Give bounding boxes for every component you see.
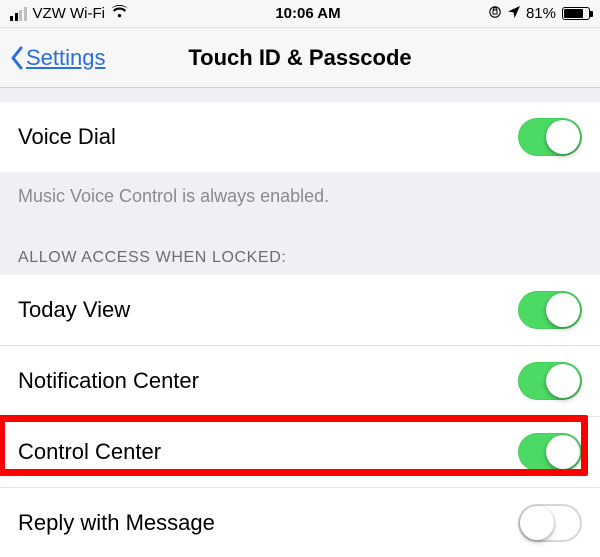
allow-access-row-control: Control Center bbox=[0, 417, 600, 488]
allow-access-label: Control Center bbox=[18, 439, 161, 465]
status-bar: VZW Wi-Fi 10:06 AM 81% bbox=[0, 0, 600, 28]
allow-access-toggle-reply[interactable] bbox=[518, 504, 582, 542]
orientation-lock-icon bbox=[488, 5, 502, 23]
allow-access-label: Reply with Message bbox=[18, 510, 215, 536]
back-button[interactable]: Settings bbox=[10, 45, 106, 71]
allow-access-label: Today View bbox=[18, 297, 130, 323]
allow-access-toggle-notif[interactable] bbox=[518, 362, 582, 400]
voice-dial-footer: Music Voice Control is always enabled. bbox=[0, 172, 600, 227]
cellular-signal-icon bbox=[10, 7, 27, 21]
allow-access-label: Notification Center bbox=[18, 368, 199, 394]
allow-access-row-today: Today View bbox=[0, 275, 600, 346]
voice-dial-label: Voice Dial bbox=[18, 124, 116, 150]
allow-access-toggle-control[interactable] bbox=[518, 433, 582, 471]
allow-access-group: Today View Notification Center Control Cen… bbox=[0, 275, 600, 557]
location-icon bbox=[508, 5, 520, 22]
voice-dial-group: Voice Dial bbox=[0, 102, 600, 172]
chevron-left-icon bbox=[10, 46, 24, 70]
allow-access-row-reply: Reply with Message bbox=[0, 488, 600, 557]
nav-bar: Settings Touch ID & Passcode bbox=[0, 28, 600, 88]
back-button-label: Settings bbox=[26, 45, 106, 71]
carrier-label: VZW Wi-Fi bbox=[33, 5, 105, 22]
clock-time: 10:06 AM bbox=[275, 5, 340, 22]
voice-dial-toggle[interactable] bbox=[518, 118, 582, 156]
battery-icon bbox=[562, 7, 590, 20]
battery-percentage: 81% bbox=[526, 5, 556, 22]
voice-dial-row: Voice Dial bbox=[0, 102, 600, 172]
allow-access-row-notif: Notification Center bbox=[0, 346, 600, 417]
allow-access-toggle-today[interactable] bbox=[518, 291, 582, 329]
allow-access-header: ALLOW ACCESS WHEN LOCKED: bbox=[0, 227, 600, 275]
wifi-icon bbox=[111, 5, 128, 22]
